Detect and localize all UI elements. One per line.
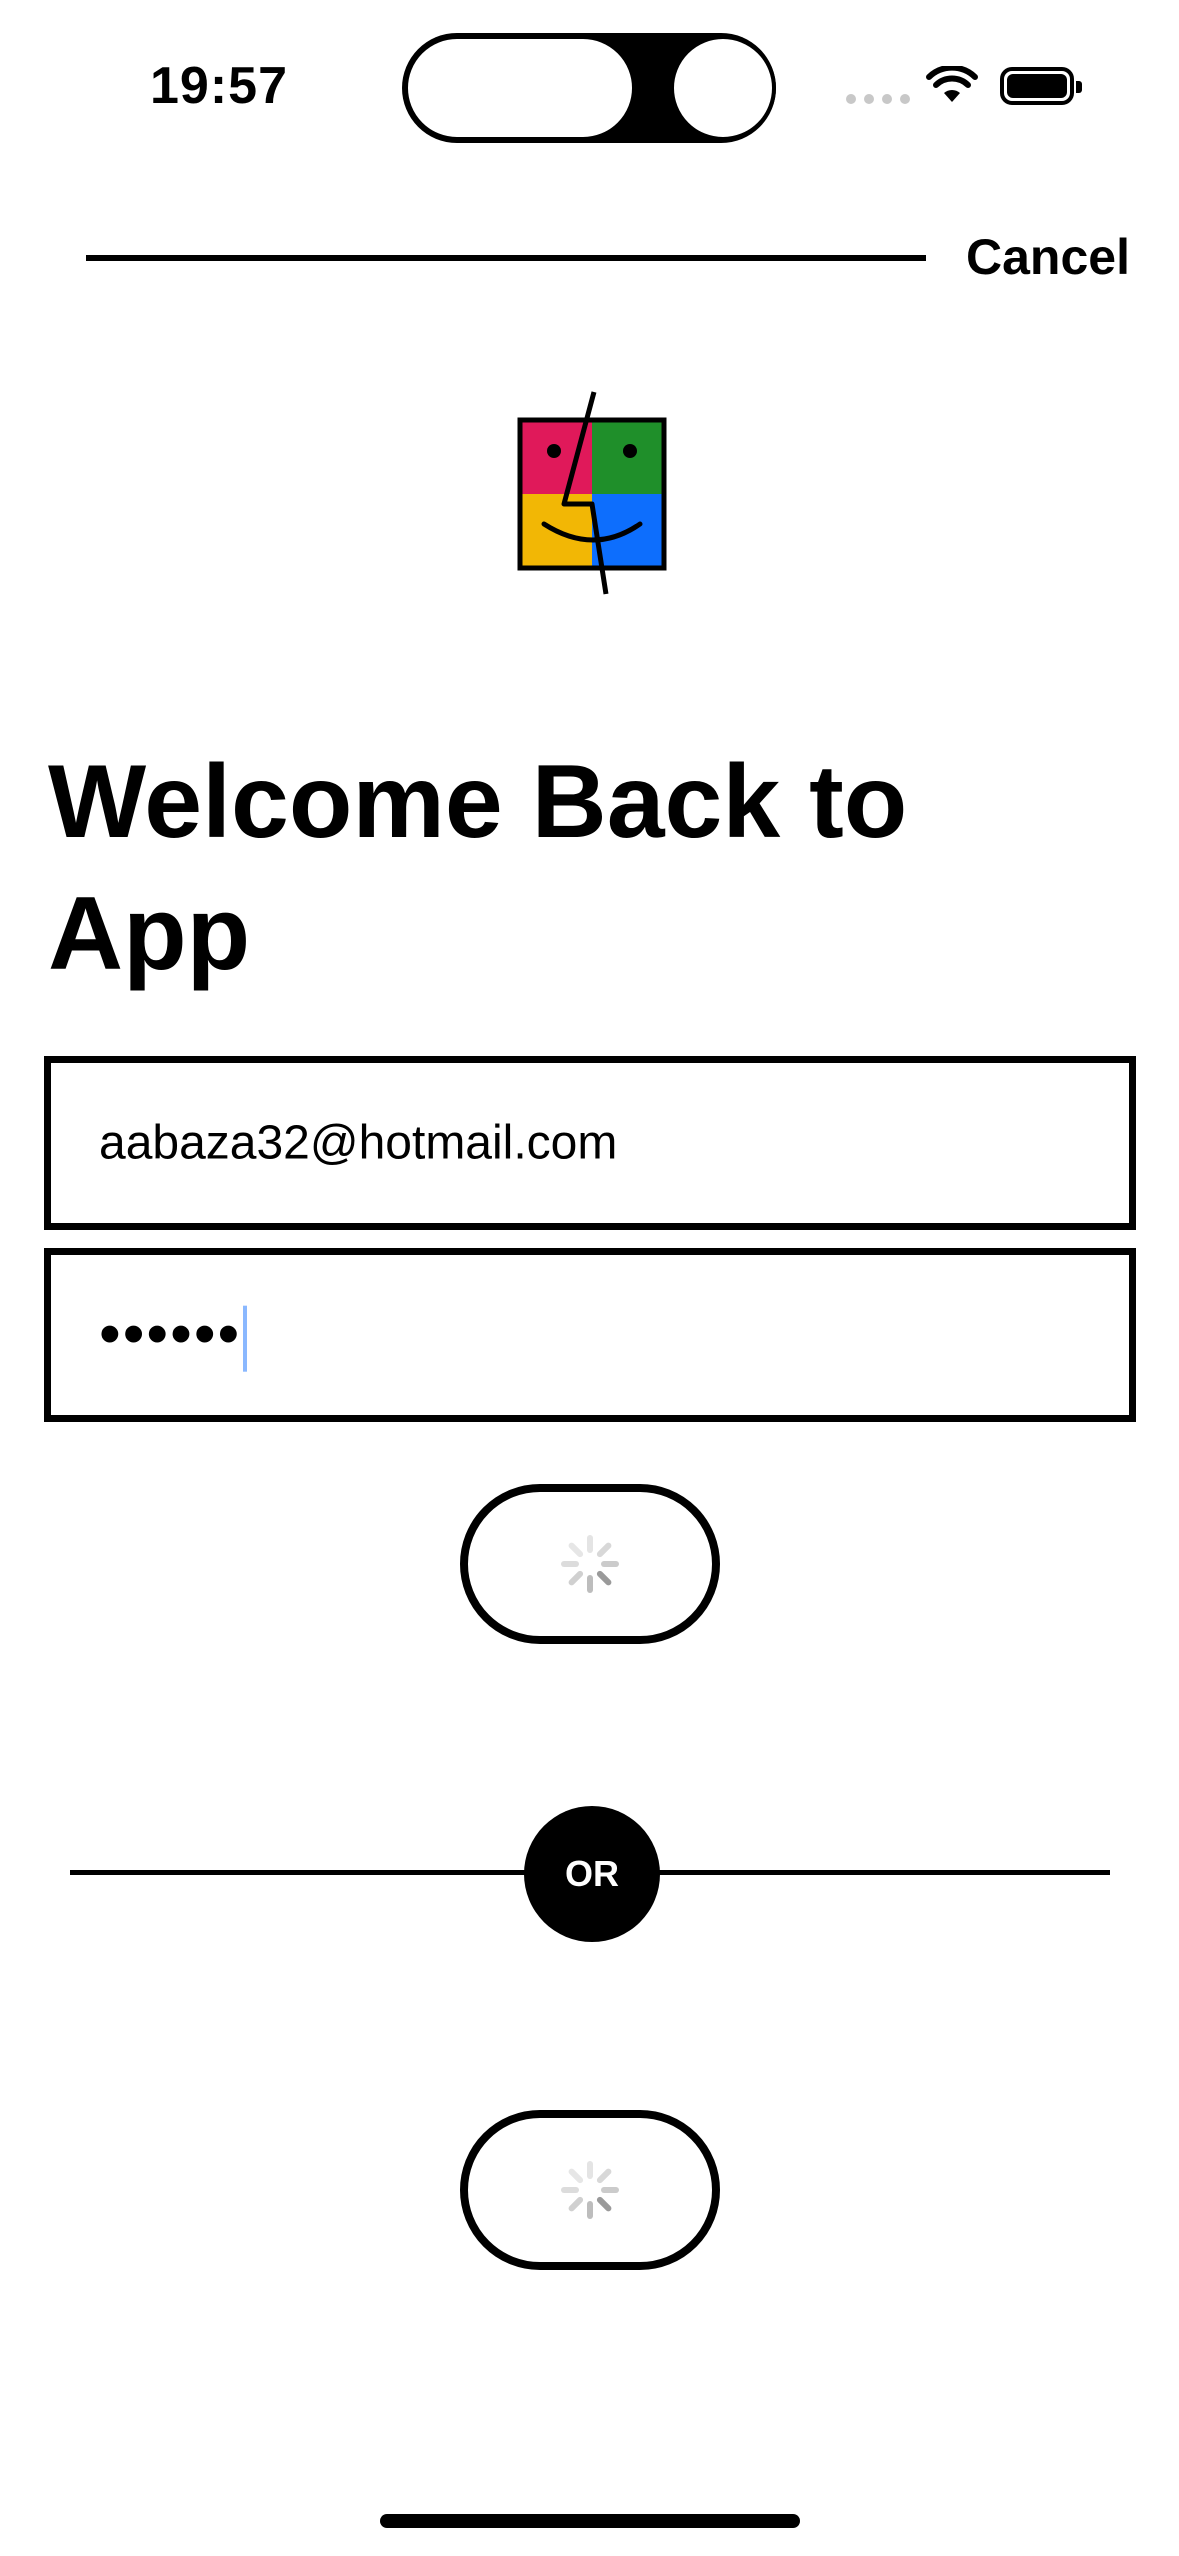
password-field[interactable]: ••••••: [44, 1248, 1136, 1422]
or-badge: OR: [524, 1806, 660, 1942]
cellular-signal-icon: [846, 94, 910, 104]
email-field[interactable]: aabaza32@hotmail.com: [44, 1056, 1136, 1230]
battery-icon: [1000, 67, 1082, 105]
email-value: aabaza32@hotmail.com: [99, 1116, 618, 1170]
dynamic-island-camera: [670, 35, 776, 141]
text-caret: [243, 1305, 248, 1372]
dynamic-island-pill: [404, 35, 636, 141]
loading-spinner-icon: [561, 2161, 619, 2219]
progress-line: [86, 255, 926, 261]
sign-in-button[interactable]: [460, 1484, 720, 1644]
status-time: 19:57: [150, 57, 288, 115]
finder-face-logo: [517, 391, 667, 595]
loading-spinner-icon: [561, 1535, 619, 1593]
page-title: Welcome Back to App: [48, 744, 908, 992]
wifi-icon: [926, 66, 978, 102]
password-value: ••••••: [99, 1299, 248, 1372]
home-indicator: [380, 2514, 800, 2528]
alternate-sign-in-button[interactable]: [460, 2110, 720, 2270]
cancel-button[interactable]: Cancel: [966, 228, 1130, 286]
